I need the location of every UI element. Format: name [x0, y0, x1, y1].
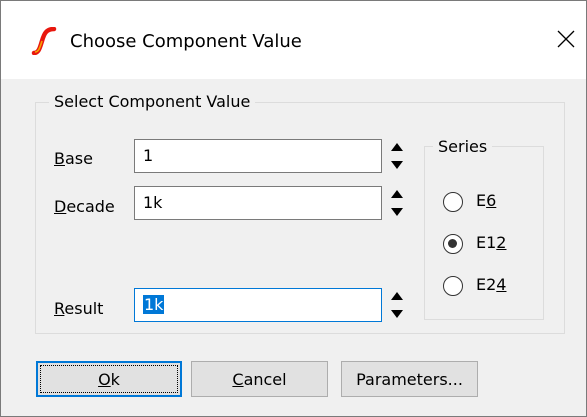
base-label: Base [54, 149, 93, 168]
arrow-up-icon [391, 143, 403, 151]
base-spin-down[interactable] [388, 156, 406, 174]
result-spinner[interactable] [388, 287, 406, 323]
decade-label: Decade [54, 197, 115, 216]
result-label: Result [54, 299, 104, 318]
base-spinner[interactable] [388, 138, 406, 174]
decade-input[interactable]: 1k [134, 186, 382, 220]
decade-spinner[interactable] [388, 185, 406, 221]
ok-button[interactable]: Ok [36, 361, 182, 397]
radio-e6-label[interactable]: E6 [476, 191, 496, 210]
result-selected-text: 1k [143, 295, 165, 314]
radio-e24[interactable] [443, 276, 463, 296]
radio-e6[interactable] [443, 192, 463, 212]
close-icon [557, 30, 575, 48]
decade-spin-down[interactable] [388, 203, 406, 221]
radio-e12-label[interactable]: E12 [476, 233, 506, 252]
arrow-up-icon [391, 292, 403, 300]
cancel-label: Cancel [232, 369, 287, 389]
ok-label: Ok [98, 369, 120, 389]
window-title: Choose Component Value [70, 31, 302, 52]
arrow-down-icon [391, 161, 403, 169]
arrow-down-icon [391, 310, 403, 318]
base-spin-up[interactable] [388, 138, 406, 156]
arrow-up-icon [391, 190, 403, 198]
close-button[interactable] [547, 19, 585, 59]
cancel-button[interactable]: Cancel [191, 361, 328, 397]
series-title: Series [433, 137, 493, 156]
title-bar[interactable]: Choose Component Value [1, 1, 586, 79]
radio-e12[interactable] [443, 234, 463, 254]
base-input[interactable]: 1 [134, 139, 382, 173]
parameters-button[interactable]: Parameters... [341, 361, 478, 397]
result-input[interactable]: 1k [134, 288, 382, 322]
dialog-window: Choose Component Value Select Component … [0, 0, 587, 417]
radio-e24-label[interactable]: E24 [476, 275, 506, 294]
arrow-down-icon [391, 208, 403, 216]
group-title: Select Component Value [49, 92, 256, 111]
ltspice-icon [31, 27, 57, 55]
result-spin-up[interactable] [388, 287, 406, 305]
result-spin-down[interactable] [388, 305, 406, 323]
decade-spin-up[interactable] [388, 185, 406, 203]
